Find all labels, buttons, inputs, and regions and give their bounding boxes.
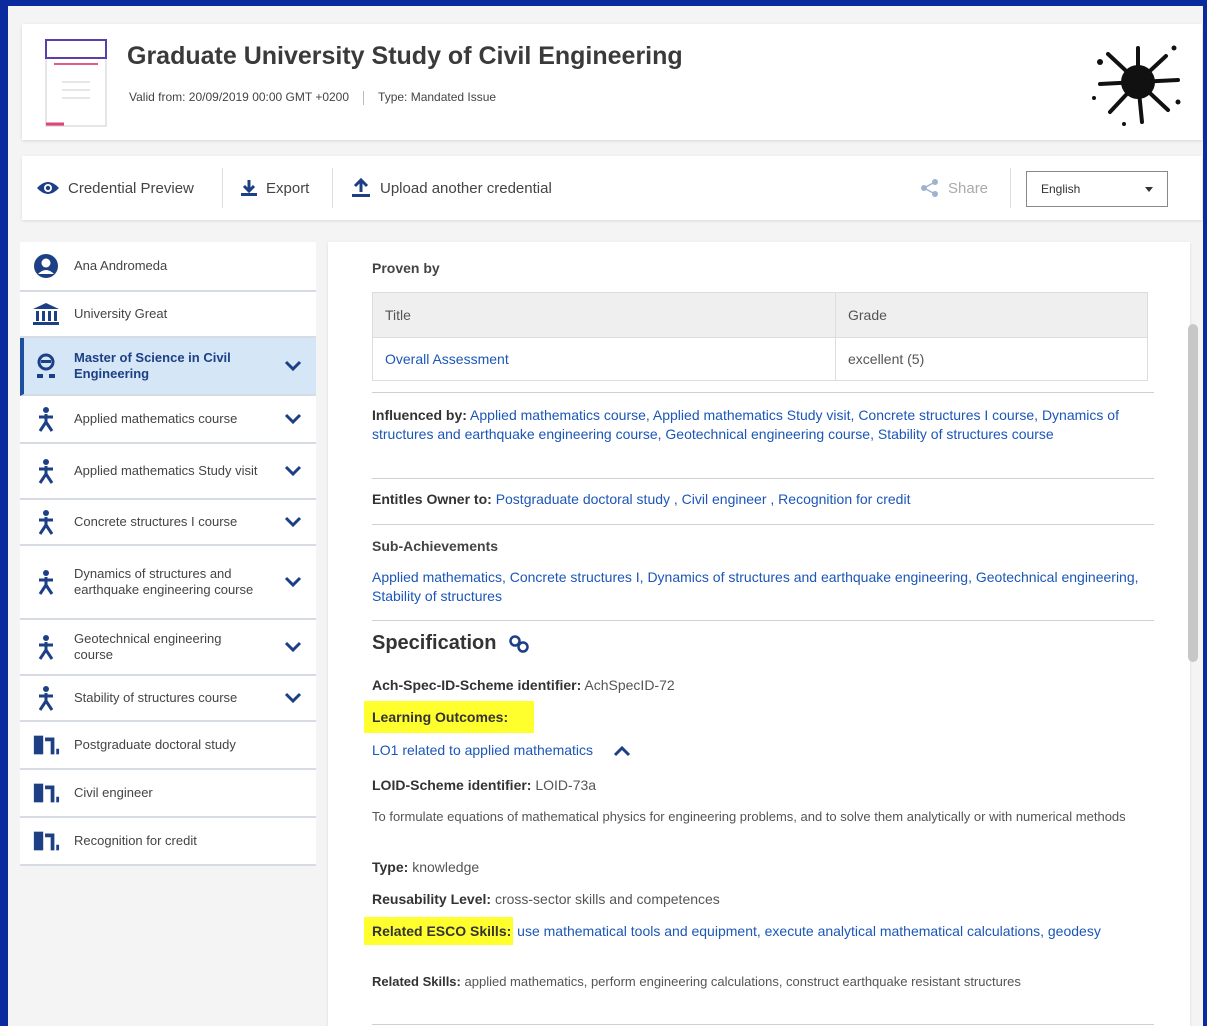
chevron-up-icon[interactable] xyxy=(613,745,631,757)
university-icon xyxy=(33,303,59,325)
upload-credential-button[interactable]: Upload another credential xyxy=(350,156,552,220)
learning-outcome-description: To formulate equations of mathematical p… xyxy=(372,809,1126,824)
export-button[interactable]: Export xyxy=(240,156,309,220)
link-icon[interactable] xyxy=(508,634,530,654)
valid-from: Valid from: 20/09/2019 00:00 GMT +0200 xyxy=(129,90,350,104)
credential-meta: Valid from: 20/09/2019 00:00 GMT +0200 Ty… xyxy=(129,90,496,105)
entitlement-links[interactable]: Postgraduate doctoral study , Civil engi… xyxy=(496,491,911,507)
sidebar-item-university[interactable]: University Great xyxy=(20,292,316,338)
graduate-icon xyxy=(37,353,55,378)
sidebar-item-entitlement[interactable]: Civil engineer xyxy=(20,770,316,818)
person-activity-icon xyxy=(38,510,54,535)
achievement-detail-panel: Proven by Title Grade Overall Assessment… xyxy=(328,242,1190,1026)
chevron-down-icon[interactable] xyxy=(284,360,302,372)
upload-icon xyxy=(352,178,370,197)
sidebar-item-course[interactable]: Geotechnical engineering course xyxy=(20,620,316,676)
user-circle-icon xyxy=(34,254,58,278)
language-select[interactable]: English xyxy=(1026,171,1168,207)
scrollbar[interactable] xyxy=(1188,324,1198,662)
sidebar-item-course[interactable]: Dynamics of structures and earthquake en… xyxy=(20,546,316,620)
sidebar-item-course[interactable]: Stability of structures course xyxy=(20,676,316,722)
share-button[interactable]: Share xyxy=(920,156,988,220)
chevron-down-icon[interactable] xyxy=(284,465,302,477)
person-activity-icon xyxy=(38,570,54,595)
entitlement-icon xyxy=(33,735,60,755)
sidebar-item-master-degree[interactable]: Master of Science in Civil Engineering xyxy=(20,338,316,396)
chevron-down-icon[interactable] xyxy=(284,576,302,588)
share-icon xyxy=(921,179,938,197)
person-activity-icon xyxy=(38,459,54,484)
sidebar-item-entitlement[interactable]: Postgraduate doctoral study xyxy=(20,722,316,770)
app-frame: Graduate University Study of Civil Engin… xyxy=(8,6,1203,1026)
sidebar-item-entitlement[interactable]: Recognition for credit xyxy=(20,818,316,866)
learning-outcome-toggle[interactable]: LO1 related to applied mathematics xyxy=(372,742,631,758)
related-esco-skills: Related ESCO Skills: use mathematical to… xyxy=(364,917,1154,945)
credential-type: Type: Mandated Issue xyxy=(378,90,497,104)
eye-icon xyxy=(37,182,59,194)
reusability-level: Reusability Level: cross-sector skills a… xyxy=(372,891,720,907)
download-icon xyxy=(241,180,257,196)
influenced-by: Influenced by: Applied mathematics cours… xyxy=(372,407,1119,442)
entitles-owner-to: Entitles Owner to: Postgraduate doctoral… xyxy=(372,491,911,507)
related-skills: Related Skills: applied mathematics, per… xyxy=(372,974,1021,989)
assessment-table: Title Grade Overall Assessment excellent… xyxy=(372,292,1148,381)
assessment-link[interactable]: Overall Assessment xyxy=(372,337,836,381)
action-toolbar: Credential Preview Export Upload another… xyxy=(22,156,1202,220)
specification-heading: Specification xyxy=(372,632,530,655)
certificate-icon xyxy=(45,39,107,127)
chevron-down-icon[interactable] xyxy=(284,641,302,653)
sidebar-item-owner[interactable]: Ana Andromeda xyxy=(20,242,316,292)
column-header-title: Title xyxy=(372,292,836,338)
sidebar-item-course[interactable]: Applied mathematics Study visit xyxy=(20,444,316,500)
sub-achievements-links[interactable]: Applied mathematics, Concrete structures… xyxy=(372,568,1154,606)
spec-scheme-identifier: Ach-Spec-ID-Scheme identifier: AchSpecID… xyxy=(372,677,675,693)
person-activity-icon xyxy=(38,407,54,432)
issuer-logo-icon xyxy=(1092,45,1181,126)
table-row: Overall Assessment excellent (5) xyxy=(372,337,1148,381)
assessment-grade: excellent (5) xyxy=(835,337,1148,381)
chevron-down-icon[interactable] xyxy=(284,692,302,704)
credential-preview-button[interactable]: Credential Preview xyxy=(36,156,194,220)
chevron-down-icon[interactable] xyxy=(284,516,302,528)
learning-outcome-type: Type: knowledge xyxy=(372,859,480,875)
table-header-row: Title Grade xyxy=(372,292,1148,338)
achievement-sidebar: Ana Andromeda University Great Master of… xyxy=(20,242,316,866)
sidebar-item-course[interactable]: Concrete structures I course xyxy=(20,500,316,546)
sidebar-item-course[interactable]: Applied mathematics course xyxy=(20,396,316,444)
entitlement-icon xyxy=(33,831,60,851)
proven-by-heading: Proven by xyxy=(372,260,440,276)
chevron-down-icon[interactable] xyxy=(284,413,302,425)
chevron-down-icon xyxy=(1145,187,1153,192)
loid-scheme-identifier: LOID-Scheme identifier: LOID-73a xyxy=(372,777,597,793)
person-activity-icon xyxy=(38,686,54,711)
person-activity-icon xyxy=(38,635,54,660)
influenced-by-links[interactable]: Applied mathematics course, Applied math… xyxy=(372,407,1119,442)
column-header-grade: Grade xyxy=(835,292,1148,338)
learning-outcomes-heading: Learning Outcomes: xyxy=(364,701,535,733)
entitlement-icon xyxy=(33,783,60,803)
credential-title: Graduate University Study of Civil Engin… xyxy=(127,42,683,70)
credential-header: Graduate University Study of Civil Engin… xyxy=(22,24,1202,140)
esco-skill-links[interactable]: use mathematical tools and equipment, ex… xyxy=(517,923,1101,939)
sub-achievements-heading: Sub-Achievements xyxy=(372,538,499,554)
